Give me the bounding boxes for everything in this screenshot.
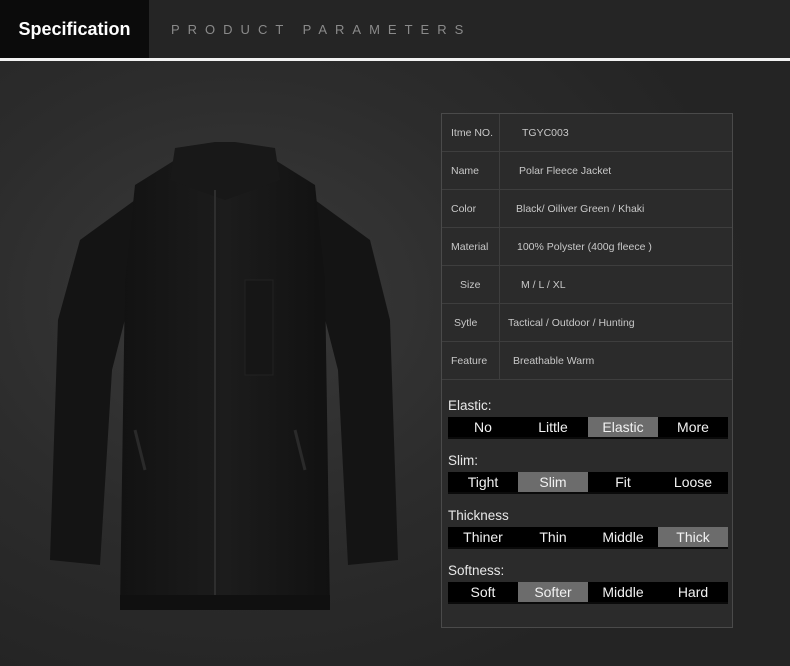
spec-label: Feature	[442, 342, 500, 379]
scale-option-selected: Elastic	[588, 417, 658, 437]
spec-label: Size	[442, 266, 500, 303]
scale-option-selected: Softer	[518, 582, 588, 602]
spec-label: Material	[442, 228, 500, 265]
scale-option-selected: Slim	[518, 472, 588, 492]
scale-option: Loose	[673, 474, 713, 490]
spec-row-item-no: Itme NO. TGYC003	[442, 114, 732, 152]
thickness-scale: Thickness Thiner Thin Middle Thick	[448, 508, 732, 549]
header-divider	[0, 58, 790, 61]
spec-value: Black/ Oiliver Green / Khaki	[516, 202, 645, 215]
scale-option: Little	[538, 419, 568, 435]
scale-option: Tight	[467, 474, 499, 490]
scale-option: Middle	[602, 584, 644, 600]
scale-bar: Tight Slim Fit Loose	[448, 472, 728, 494]
spec-label: Color	[442, 190, 500, 227]
scale-option: Hard	[677, 584, 709, 600]
spec-value: M / L / XL	[521, 278, 566, 291]
scale-title: Elastic:	[448, 398, 492, 413]
spec-label: Name	[442, 152, 500, 189]
spec-row-name: Name Polar Fleece Jacket	[442, 152, 732, 190]
scale-option-selected: Thick	[658, 527, 728, 547]
spec-value: TGYC003	[522, 126, 569, 139]
scale-title: Slim:	[448, 453, 478, 468]
spec-row-material: Material 100% Polyster (400g fleece )	[442, 228, 732, 266]
spec-label: Sytle	[442, 304, 500, 341]
jacket-image	[50, 142, 398, 610]
scale-bar: Thiner Thin Middle Thick	[448, 527, 728, 549]
scale-option: Soft	[470, 584, 496, 600]
header-subtitle: PRODUCT PARAMETERS	[171, 22, 472, 37]
spec-value: Breathable Warm	[513, 354, 595, 367]
scale-option: Fit	[615, 474, 631, 490]
spec-value: Tactical / Outdoor / Hunting	[508, 316, 635, 329]
spec-value: 100% Polyster (400g fleece )	[517, 240, 652, 253]
scale-title: Thickness	[448, 508, 509, 523]
spec-row-style: Sytle Tactical / Outdoor / Hunting	[442, 304, 732, 342]
spec-label: Itme NO.	[442, 114, 500, 151]
spec-row-color: Color Black/ Oiliver Green / Khaki	[442, 190, 732, 228]
scale-option: Thin	[539, 529, 567, 545]
header: Specification PRODUCT PARAMETERS	[0, 0, 790, 58]
header-title: Specification	[18, 18, 131, 39]
scale-bar: Soft Softer Middle Hard	[448, 582, 728, 604]
spec-row-feature: Feature Breathable Warm	[442, 342, 732, 380]
spec-value: Polar Fleece Jacket	[519, 164, 612, 177]
softness-scale: Softness: Soft Softer Middle Hard	[448, 563, 732, 604]
elastic-scale: Elastic: No Little Elastic More	[448, 398, 732, 439]
scale-bar: No Little Elastic More	[448, 417, 728, 439]
spec-row-size: Size M / L / XL	[442, 266, 732, 304]
scale-option: More	[677, 419, 709, 435]
spec-panel: Itme NO. TGYC003 Name Polar Fleece Jacke…	[441, 113, 733, 628]
specification-tab: Specification	[0, 0, 149, 58]
scale-option: Middle	[602, 529, 644, 545]
scale-option: Thiner	[463, 529, 503, 545]
scale-title: Softness:	[448, 563, 505, 578]
scale-option: No	[474, 419, 492, 435]
slim-scale: Slim: Tight Slim Fit Loose	[448, 453, 732, 494]
